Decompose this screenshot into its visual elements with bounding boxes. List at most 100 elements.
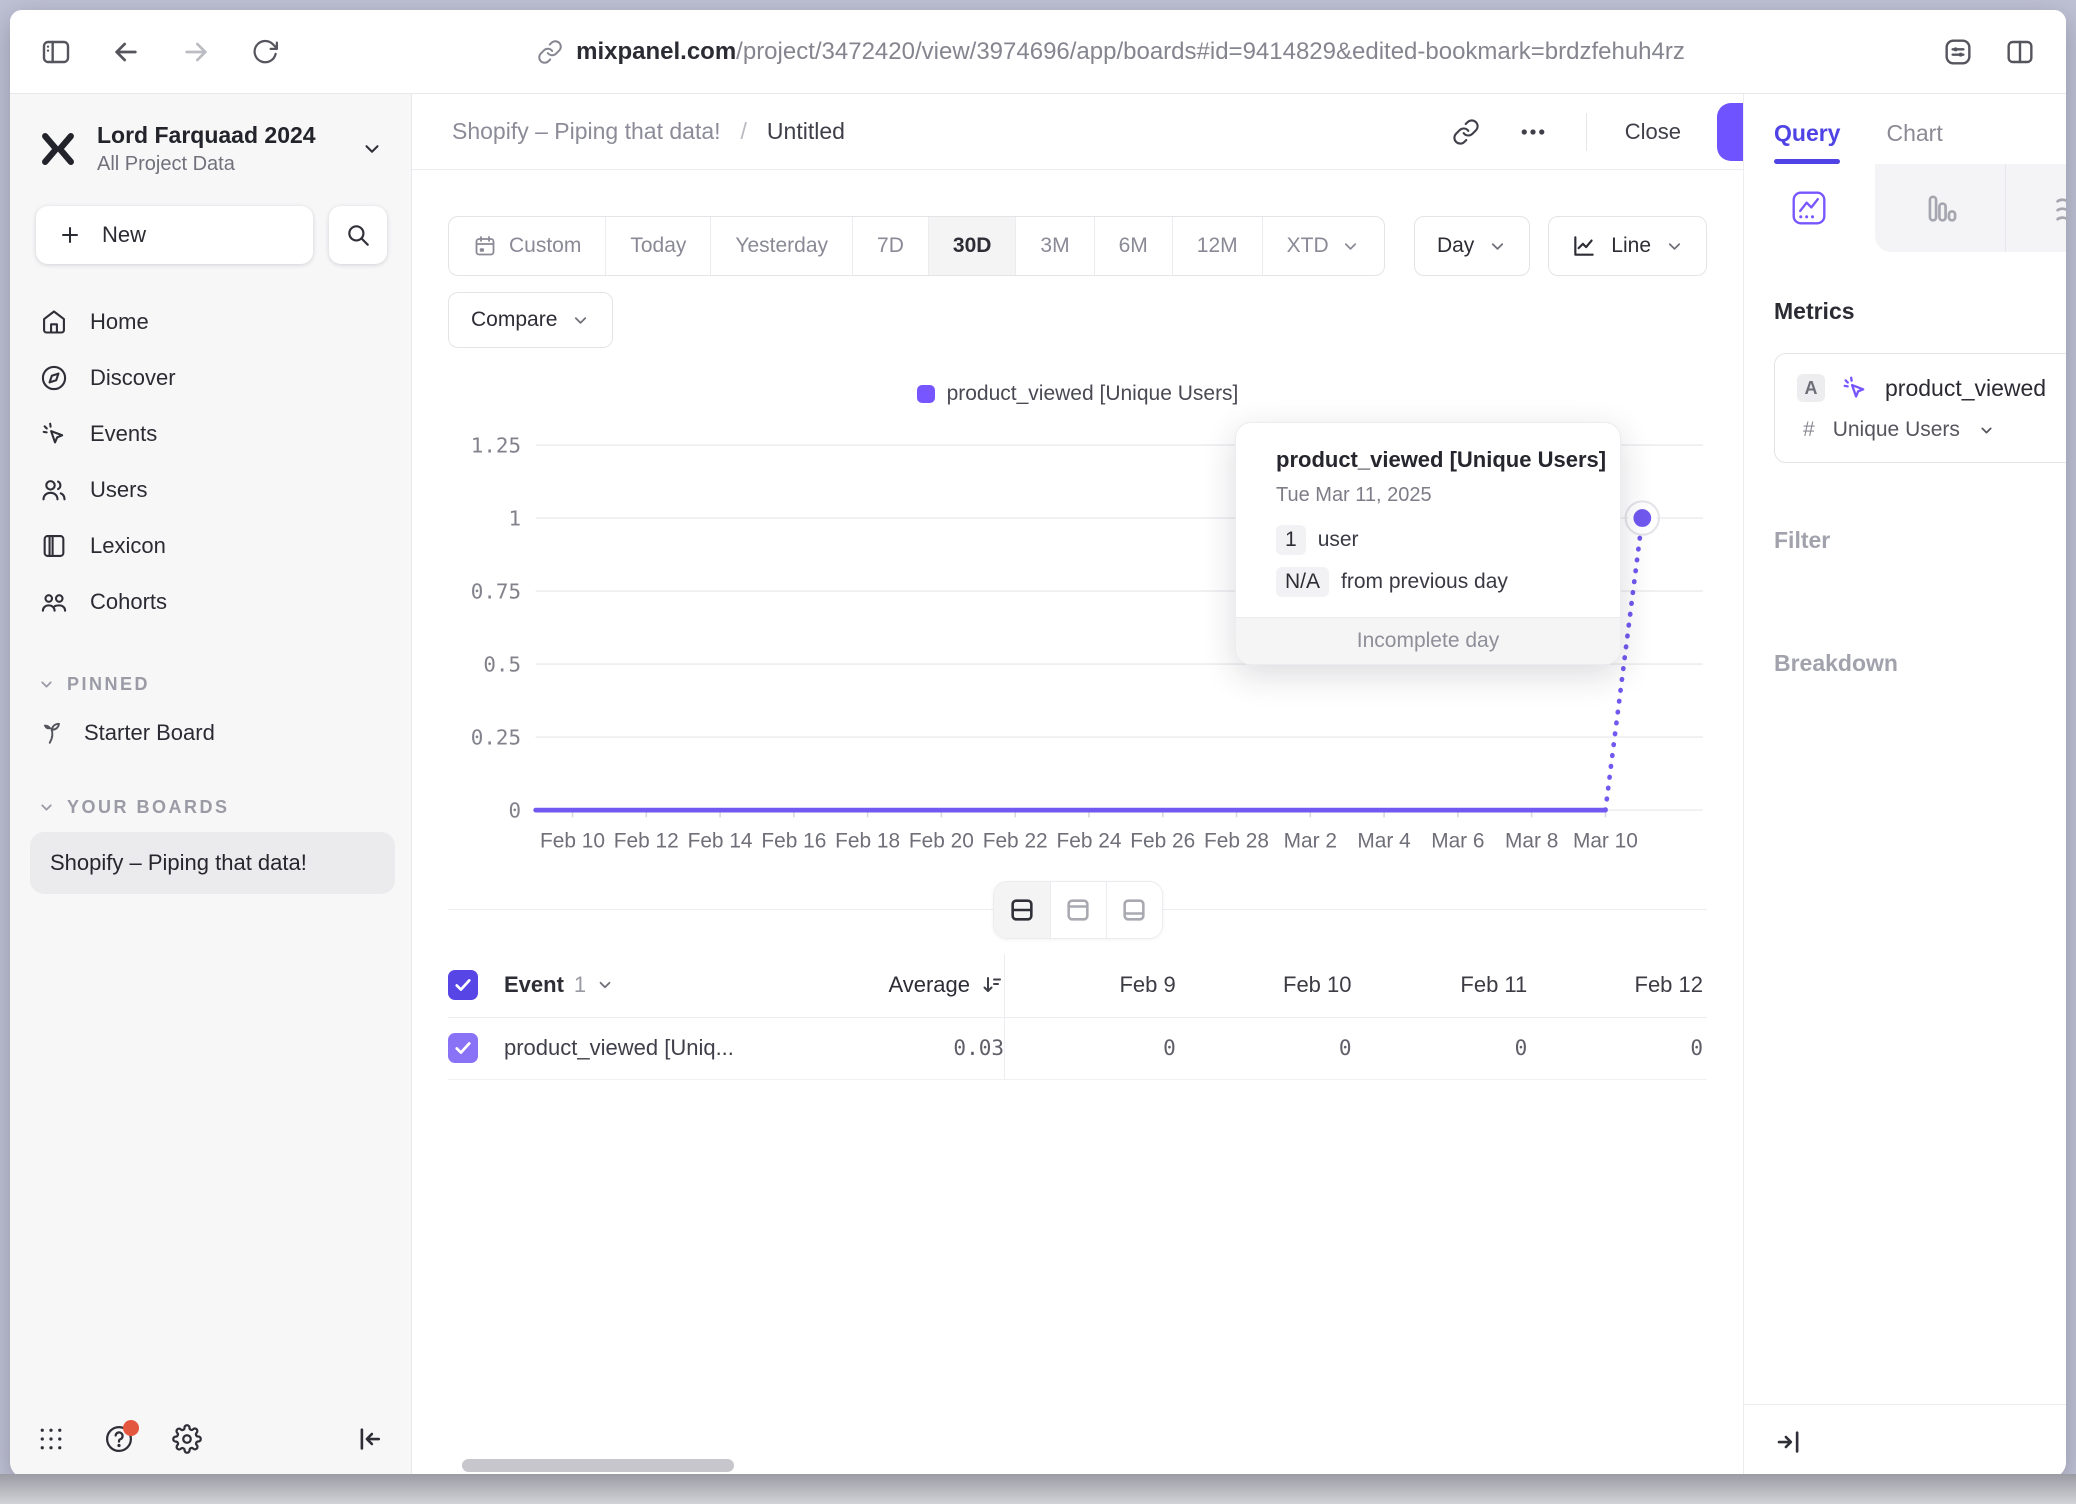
chart-tooltip: product_viewed [Unique Users] Tue Mar 11… (1235, 422, 1621, 665)
sidebar-item-label: Users (90, 477, 147, 503)
event-count: 1 (574, 972, 586, 998)
svg-text:0: 0 (508, 798, 521, 822)
primary-action-button[interactable] (1717, 103, 1743, 161)
range-button-xtd[interactable]: XTD (1262, 217, 1384, 275)
copy-link-icon[interactable] (1452, 118, 1480, 146)
sidebar-item-events[interactable]: Events (10, 406, 411, 462)
gear-icon[interactable] (172, 1424, 202, 1454)
average-column-header[interactable]: Average (834, 972, 1004, 998)
browser-sidebar-toggle-icon[interactable] (40, 36, 72, 68)
svg-text:Feb 12: Feb 12 (614, 830, 679, 853)
range-button-3m[interactable]: 3M (1015, 217, 1093, 275)
flows-tab-button[interactable] (2005, 164, 2066, 252)
range-button-7d[interactable]: 7D (852, 217, 928, 275)
layout-chart-only-button[interactable] (1050, 882, 1106, 938)
tooltip-footer: Incomplete day (1236, 617, 1620, 664)
workspace-name: Lord Farquaad 2024 (97, 122, 344, 149)
sidebar-item-starter-board[interactable]: Starter Board (10, 705, 411, 761)
layout-split-button[interactable] (994, 882, 1050, 938)
forward-icon[interactable] (180, 36, 212, 68)
new-button-label: New (102, 222, 146, 248)
board-header: Shopify – Piping that data! / Untitled C… (412, 94, 1743, 170)
select-all-checkbox[interactable] (448, 970, 478, 1000)
compare-label: Compare (471, 308, 557, 332)
collapse-sidebar-icon[interactable] (355, 1424, 385, 1454)
close-button[interactable]: Close (1625, 119, 1681, 145)
compare-dropdown[interactable]: Compare (448, 292, 613, 348)
metric-letter-badge: A (1797, 374, 1825, 402)
range-button-30d[interactable]: 30D (928, 217, 1016, 275)
layout-table-only-button[interactable] (1106, 882, 1162, 938)
sidebar-item-users[interactable]: Users (10, 462, 411, 518)
back-icon[interactable] (110, 36, 142, 68)
results-table: Event 1 Average Feb 9Feb 10 (448, 954, 1707, 1080)
tooltip-date: Tue Mar 11, 2025 (1276, 484, 1606, 507)
workspace-switcher[interactable]: Lord Farquaad 2024 All Project Data (10, 94, 411, 176)
aggregation-label: Unique Users (1833, 418, 1960, 442)
tab-query[interactable]: Query (1774, 120, 1840, 164)
search-button[interactable] (329, 206, 387, 264)
event-column-header[interactable]: Event 1 (504, 972, 834, 998)
column-header-feb-11[interactable]: Feb 11 (1356, 972, 1532, 998)
line-chart: product_viewed [Unique Users] 00.250.50.… (448, 382, 1707, 869)
chart-type-label: Line (1611, 234, 1651, 258)
range-label: 7D (877, 234, 904, 258)
tab-chart[interactable]: Chart (1886, 120, 1942, 164)
more-options-icon[interactable] (1518, 117, 1548, 147)
users-icon (40, 476, 68, 504)
chevron-down-icon (361, 138, 383, 160)
range-label: 30D (953, 234, 992, 258)
range-button-yesterday[interactable]: Yesterday (710, 217, 852, 275)
svg-text:Feb 22: Feb 22 (983, 830, 1048, 853)
tooltip-delta-text: from previous day (1341, 570, 1508, 594)
table-row: product_viewed [Uniq... 0.03 0000 (448, 1018, 1707, 1080)
event-spark-icon (1841, 374, 1869, 402)
metric-card[interactable]: A product_viewed # Unique Users (1774, 353, 2066, 463)
sidebar-item-home[interactable]: Home (10, 294, 411, 350)
filter-section-title: Filter (1774, 527, 2066, 554)
main-area: Shopify – Piping that data! / Untitled C… (412, 94, 1744, 1478)
table-header-row: Event 1 Average Feb 9Feb 10 (448, 954, 1707, 1018)
search-icon (345, 222, 371, 248)
browser-extensions-icon[interactable] (1942, 36, 1974, 68)
help-button[interactable] (104, 1424, 134, 1454)
url-bar[interactable]: mixpanel.com/project/3472420/view/397469… (280, 38, 1942, 66)
range-button-6m[interactable]: 6M (1094, 217, 1172, 275)
tooltip-value-unit: user (1318, 528, 1359, 552)
range-button-custom[interactable]: Custom (449, 217, 605, 275)
aggregation-dropdown[interactable]: # Unique Users (1797, 418, 2066, 442)
metric-event-name: product_viewed (1885, 375, 2046, 402)
column-header-feb-9[interactable]: Feb 9 (1004, 972, 1180, 998)
layout-toggle (993, 881, 1163, 939)
split-view-icon[interactable] (2004, 36, 2036, 68)
sidebar-item-discover[interactable]: Discover (10, 350, 411, 406)
horizontal-scrollbar-thumb[interactable] (462, 1459, 734, 1472)
reload-icon[interactable] (250, 37, 280, 67)
granularity-dropdown[interactable]: Day (1414, 216, 1530, 276)
column-header-feb-10[interactable]: Feb 10 (1180, 972, 1356, 998)
calendar-icon (473, 234, 497, 258)
row-checkbox[interactable] (448, 1033, 478, 1063)
svg-text:Feb 18: Feb 18 (835, 830, 900, 853)
svg-text:1: 1 (508, 506, 521, 530)
apps-grid-icon[interactable] (36, 1424, 66, 1454)
range-button-12m[interactable]: 12M (1172, 217, 1262, 275)
your-boards-section-header[interactable]: YOUR BOARDS (10, 797, 411, 818)
sidebar-item-lexicon[interactable]: Lexicon (10, 518, 411, 574)
sidebar-item-shopify-board[interactable]: Shopify – Piping that data! (30, 832, 395, 894)
sidebar-item-cohorts[interactable]: Cohorts (10, 574, 411, 630)
breadcrumb-separator: / (741, 118, 747, 145)
funnels-tab-button[interactable] (1875, 164, 2006, 252)
breadcrumb-board-link[interactable]: Shopify – Piping that data! (452, 118, 721, 145)
tooltip-value: 1 (1276, 525, 1306, 555)
new-button[interactable]: New (36, 206, 313, 264)
row-event-name[interactable]: product_viewed [Uniq... (504, 1035, 734, 1061)
column-header-feb-12[interactable]: Feb 12 (1531, 972, 1707, 998)
chart-type-dropdown[interactable]: Line (1548, 216, 1707, 276)
range-button-today[interactable]: Today (605, 217, 710, 275)
collapse-panel-icon[interactable] (1774, 1427, 1804, 1457)
mixpanel-logo (36, 127, 80, 171)
pinned-section-header[interactable]: PINNED (10, 674, 411, 695)
insights-tab-button[interactable] (1744, 164, 1875, 252)
browser-window: mixpanel.com/project/3472420/view/397469… (10, 10, 2066, 1478)
